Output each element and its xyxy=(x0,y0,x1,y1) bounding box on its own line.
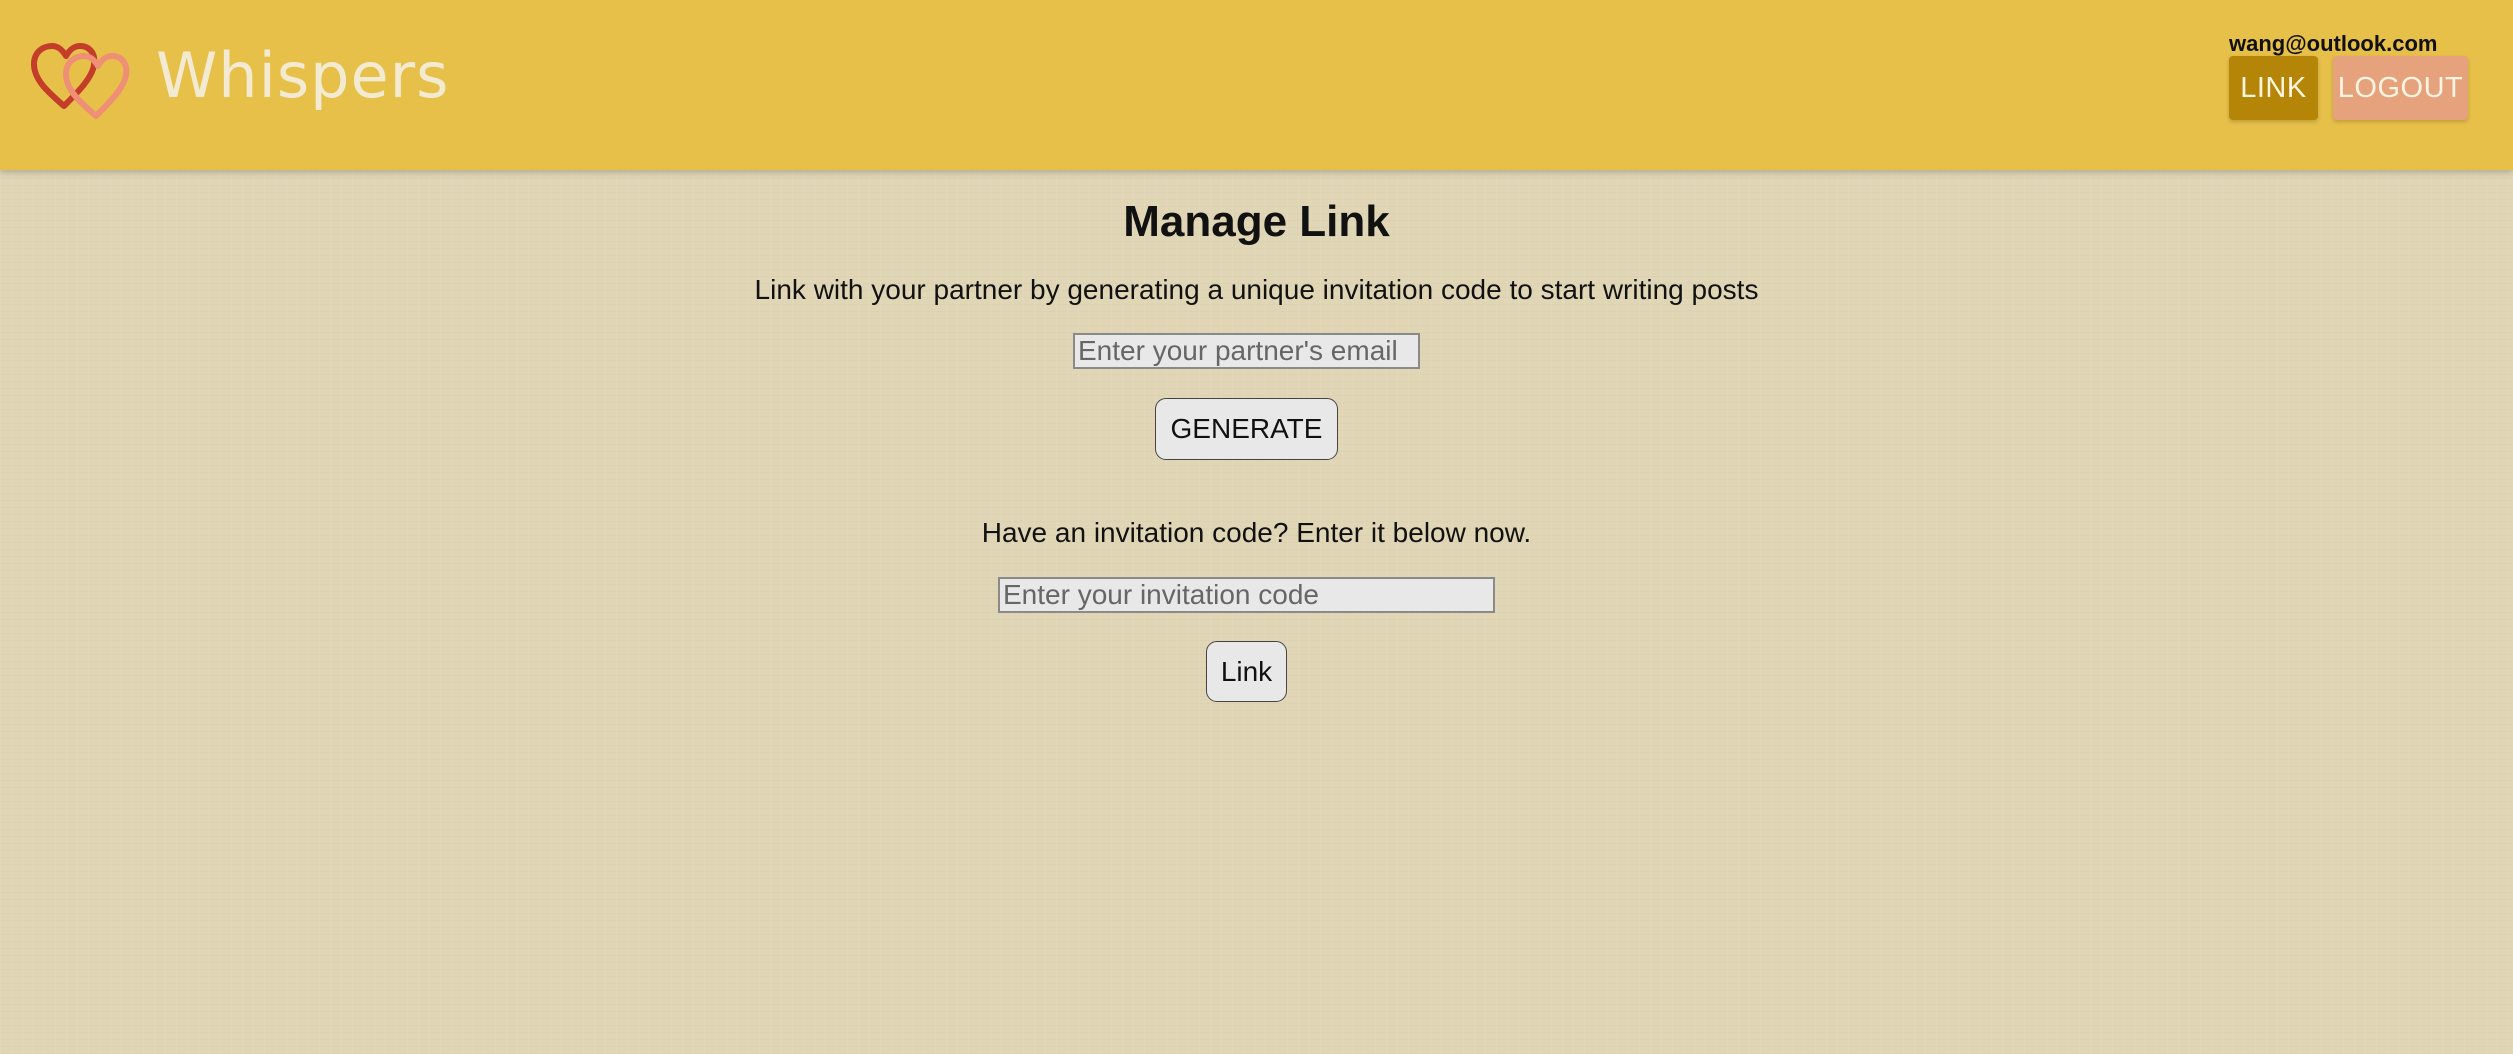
page-title: Manage Link xyxy=(1123,197,1390,246)
invitation-prompt-text: Have an invitation code? Enter it below … xyxy=(981,517,1532,548)
logout-button[interactable]: LOGOUT xyxy=(2333,56,2468,120)
brand-name: Whispers xyxy=(156,39,450,112)
top-header: Whispers wang@outlook.com LINK LOGOUT xyxy=(0,0,2513,170)
link-button[interactable]: Link xyxy=(1206,641,1287,702)
brand[interactable]: Whispers xyxy=(30,35,449,125)
invitation-code-input[interactable] xyxy=(998,577,1495,613)
two-hearts-icon xyxy=(30,40,132,120)
partner-email-input[interactable] xyxy=(1073,333,1420,369)
generate-button[interactable]: GENERATE xyxy=(1155,398,1338,460)
nav-link-button[interactable]: LINK xyxy=(2229,56,2318,120)
user-email: wang@outlook.com xyxy=(2229,31,2438,56)
intro-text: Link with your partner by generating a u… xyxy=(754,274,1759,305)
